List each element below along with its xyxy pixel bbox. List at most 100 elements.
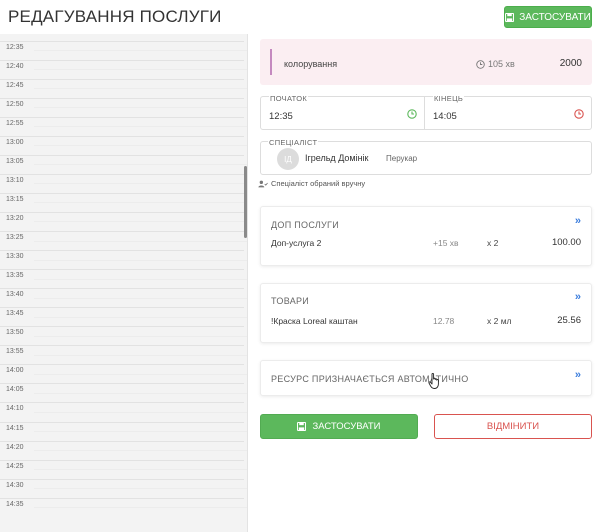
timeline-gridline bbox=[34, 335, 247, 337]
day-timeline[interactable]: 12:35 12:40 12:45 12:50 12:55 13:00 13:05 13:10… bbox=[0, 34, 248, 532]
timeline-gridline bbox=[0, 59, 244, 61]
timeline-gridline bbox=[0, 231, 244, 232]
timeline-time-label: 13:00 bbox=[6, 138, 24, 146]
apply-top-button[interactable]: ЗАСТОСУВАТИ bbox=[504, 6, 592, 28]
service-duration: 105 хв bbox=[476, 59, 515, 69]
timeline-gridline bbox=[0, 421, 244, 423]
timeline-time-label: 14:25 bbox=[6, 462, 24, 470]
timeline-time-label: 13:15 bbox=[6, 195, 24, 203]
resource-card[interactable]: РЕСУРС ПРИЗНАЧАЄТЬСЯ АВТОМАТИЧНО » bbox=[260, 360, 592, 396]
apply-button[interactable]: ЗАСТОСУВАТИ bbox=[260, 414, 418, 439]
end-time-label: КІНЕЦЬ bbox=[433, 94, 465, 103]
apply-top-label: ЗАСТОСУВАТИ bbox=[519, 11, 591, 23]
goods-item-unit-price: 12.78 bbox=[433, 316, 455, 326]
timeline-gridline bbox=[34, 507, 247, 509]
timeline-gridline bbox=[0, 78, 244, 80]
service-name: колорування bbox=[284, 59, 338, 69]
timeline-time-label: 14:15 bbox=[6, 424, 24, 432]
timeline-time-label: 13:50 bbox=[6, 329, 24, 337]
timeline-gridline bbox=[0, 250, 244, 252]
end-time-value: 14:05 bbox=[433, 111, 457, 122]
timeline-gridline bbox=[34, 164, 247, 166]
service-color-bar bbox=[270, 49, 272, 75]
timeline-gridline bbox=[34, 278, 247, 280]
timeline-time-label: 14:05 bbox=[6, 386, 24, 394]
timeline-time-label: 13:35 bbox=[6, 272, 24, 280]
timeline-gridline bbox=[34, 450, 247, 452]
timeline-gridline bbox=[0, 326, 244, 328]
timeline-gridline bbox=[0, 154, 244, 156]
page-title: РЕДАГУВАННЯ ПОСЛУГИ bbox=[8, 7, 222, 26]
service-card[interactable]: колорування 105 хв 2000 bbox=[260, 39, 592, 85]
specialist-note: Спеціаліст обраний вручну bbox=[258, 179, 365, 188]
extra-service-name: Доп-услуга 2 bbox=[271, 238, 322, 248]
end-time-field[interactable]: КІНЕЦЬ 14:05 bbox=[424, 94, 592, 130]
clock-icon[interactable] bbox=[407, 109, 417, 119]
timeline-time-label: 13:05 bbox=[6, 157, 24, 165]
timeline-gridline bbox=[34, 88, 247, 90]
start-time-value: 12:35 bbox=[269, 111, 293, 122]
hand-cursor-icon bbox=[428, 373, 439, 389]
timeline-gridline bbox=[34, 221, 247, 223]
apply-button-label: ЗАСТОСУВАТИ bbox=[312, 421, 381, 432]
timeline-gridline bbox=[34, 183, 247, 185]
timeline-time-label: 12:45 bbox=[6, 81, 24, 89]
clock-icon[interactable] bbox=[574, 109, 584, 119]
timeline-gridline bbox=[34, 431, 247, 433]
edit-service-panel: колорування 105 хв 2000 ПОЧАТОК 12:35 КІ… bbox=[250, 34, 600, 532]
timeline-gridline bbox=[34, 411, 247, 413]
goods-card: ТОВАРИ » !Краска Loreal каштан 12.78 х 2… bbox=[260, 283, 592, 343]
timeline-time-label: 14:35 bbox=[6, 500, 24, 508]
extra-services-title: ДОП ПОСЛУГИ bbox=[271, 220, 340, 230]
timeline-gridline bbox=[0, 307, 244, 309]
timeline-gridline bbox=[34, 240, 247, 242]
timeline-gridline bbox=[34, 392, 247, 394]
goods-item-qty[interactable]: х 2 мл bbox=[487, 316, 512, 326]
timeline-gridline bbox=[0, 345, 244, 347]
expand-goods-icon[interactable]: » bbox=[575, 291, 581, 303]
extra-service-qty[interactable]: х 2 bbox=[487, 238, 498, 248]
start-time-label: ПОЧАТОК bbox=[269, 94, 309, 103]
clock-icon bbox=[476, 59, 485, 69]
timeline-gridline bbox=[34, 50, 247, 52]
timeline-gridline bbox=[0, 211, 244, 213]
timeline-time-label: 14:20 bbox=[6, 443, 24, 451]
timeline-gridline bbox=[0, 364, 244, 366]
timeline-gridline bbox=[0, 269, 244, 271]
timeline-time-label: 13:40 bbox=[6, 291, 24, 299]
timeline-gridline bbox=[0, 192, 244, 194]
timeline-gridline bbox=[0, 173, 244, 175]
timeline-time-label: 12:50 bbox=[6, 100, 24, 108]
expand-resource-icon[interactable]: » bbox=[575, 369, 581, 381]
timeline-time-label: 13:20 bbox=[6, 214, 24, 222]
timeline-gridline bbox=[0, 402, 244, 404]
timeline-time-label: 14:10 bbox=[6, 405, 24, 413]
timeline-gridline bbox=[0, 497, 244, 499]
timeline-gridline bbox=[34, 354, 247, 356]
timeline-gridline bbox=[34, 202, 247, 204]
timeline-gridline bbox=[0, 135, 244, 137]
timeline-time-label: 13:55 bbox=[6, 348, 24, 356]
goods-item-price: 25.56 bbox=[557, 315, 581, 326]
expand-extras-icon[interactable]: » bbox=[575, 215, 581, 227]
timeline-time-label: 14:30 bbox=[6, 481, 24, 489]
start-time-field[interactable]: ПОЧАТОК 12:35 bbox=[260, 94, 425, 130]
timeline-gridline bbox=[34, 69, 247, 71]
timeline-gridline bbox=[0, 383, 244, 385]
specialist-field[interactable]: СПЕЦІАЛІСТ ІД Ігрельд Домінік Перукар bbox=[260, 138, 592, 175]
specialist-label: СПЕЦІАЛІСТ bbox=[268, 138, 319, 147]
timeline-time-label: 12:55 bbox=[6, 119, 24, 127]
timeline-time-label: 13:30 bbox=[6, 253, 24, 261]
timeline-time-label: 13:45 bbox=[6, 310, 24, 318]
timeline-time-label: 12:35 bbox=[6, 43, 24, 51]
cancel-button[interactable]: ВІДМІНИТИ bbox=[434, 414, 592, 439]
timeline-gridline bbox=[0, 288, 244, 290]
extra-services-card: ДОП ПОСЛУГИ » Доп-услуга 2 +15 хв х 2 10… bbox=[260, 206, 592, 266]
goods-title: ТОВАРИ bbox=[271, 296, 310, 306]
timeline-time-label: 14:00 bbox=[6, 367, 24, 375]
extra-service-price: 100.00 bbox=[551, 237, 581, 248]
timeline-scrollbar[interactable] bbox=[244, 166, 247, 238]
extra-service-duration: +15 хв bbox=[433, 238, 459, 248]
timeline-gridline bbox=[0, 97, 244, 99]
timeline-gridline bbox=[34, 126, 247, 128]
